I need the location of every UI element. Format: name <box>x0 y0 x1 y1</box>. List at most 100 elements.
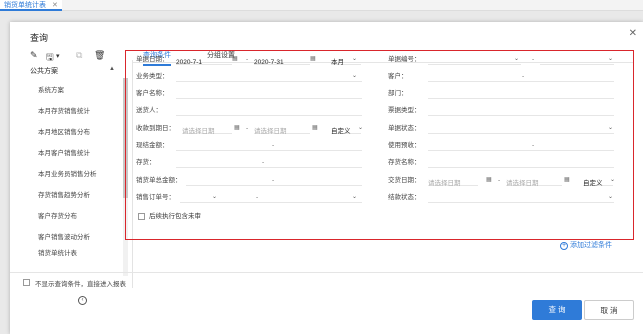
sales-order-label: 销售订单号： <box>136 194 175 201</box>
chevron-down-icon[interactable]: ⌄ <box>610 172 615 189</box>
bill-type-input[interactable] <box>428 105 614 116</box>
department-input[interactable] <box>428 88 614 99</box>
delivery-date-to[interactable]: 请选择日期 <box>506 175 562 187</box>
customer-name-input[interactable] <box>176 88 362 99</box>
doc-number-to[interactable] <box>540 54 614 65</box>
collapse-up-icon[interactable]: ▲ <box>109 66 115 72</box>
sales-total-label: 销货单总金额： <box>136 177 182 184</box>
include-unapproved-checkbox[interactable] <box>138 213 145 220</box>
inventory-label: 存货： <box>136 159 156 166</box>
scheme-item[interactable]: 存货销售趋势分析 <box>22 185 122 206</box>
settlement-status-label: 结款状态： <box>388 194 421 201</box>
payment-due-from[interactable]: 请选择日期 <box>182 123 232 135</box>
inventory-name-label: 存货名称： <box>388 159 421 166</box>
chevron-down-icon[interactable]: ⌄ <box>608 189 613 206</box>
scheme-sidebar: 公共方案 ▲ 系统方案 本月存货销售统计 本月地区销售分布 本月客户销售统计 本… <box>22 66 130 305</box>
range-dash: - <box>498 177 501 184</box>
doc-date-from[interactable]: 2020-7-1 <box>176 54 232 66</box>
cash-amount-label: 现结金额： <box>136 142 169 149</box>
chevron-down-icon[interactable]: ⌄ <box>352 51 357 68</box>
calendar-icon[interactable]: ▦ <box>310 51 316 68</box>
add-filter-label: 添加过滤条件 <box>570 242 612 249</box>
scheme-item[interactable]: 客户销售波动分析 <box>22 227 122 248</box>
close-tab-icon[interactable]: ✕ <box>52 2 58 9</box>
customer-name-label: 客户名称： <box>136 90 169 97</box>
export-icon[interactable]: ⧉ <box>76 50 82 61</box>
scheme-item[interactable]: 本月客户销售统计 <box>22 143 122 164</box>
include-unapproved-label: 后续执行包含未审 <box>149 213 201 220</box>
bill-type-label: 票据类型： <box>388 107 421 114</box>
deliverer-input[interactable] <box>176 105 362 116</box>
calendar-icon[interactable]: ▦ <box>232 51 238 68</box>
delivery-date-mode-select[interactable]: 自定义 <box>583 175 613 187</box>
chevron-down-icon[interactable]: ⌄ <box>358 120 363 137</box>
range-dash: - <box>256 194 259 201</box>
settlement-status-select[interactable] <box>428 192 614 203</box>
scheme-item[interactable]: 本月存货销售统计 <box>22 101 122 122</box>
use-prepayment-input[interactable] <box>428 140 614 151</box>
doc-status-select[interactable] <box>428 123 614 134</box>
query-button[interactable]: 查 询 <box>532 300 582 320</box>
chevron-down-icon[interactable]: ⌄ <box>212 189 217 206</box>
doc-date-label: 单据日期： <box>136 56 169 63</box>
range-dash: - <box>272 177 275 184</box>
range-dash: - <box>272 142 275 149</box>
scheme-item[interactable]: 客户存货分布 <box>22 206 122 227</box>
inventory-input[interactable] <box>176 157 362 168</box>
payment-due-to[interactable]: 请选择日期 <box>254 123 310 135</box>
skip-conditions-checkbox[interactable] <box>23 279 30 286</box>
close-dialog-icon[interactable]: ✕ <box>629 28 637 39</box>
scheme-item[interactable]: 系统方案 <box>22 80 122 101</box>
customer-input[interactable] <box>428 71 614 82</box>
sales-order-input[interactable] <box>180 192 362 203</box>
deliverer-label: 送货人： <box>136 107 162 114</box>
customer-label: 客户： <box>388 73 408 80</box>
doc-number-label: 单据编号： <box>388 56 421 63</box>
business-type-label: 业务类型： <box>136 73 169 80</box>
cash-amount-input[interactable] <box>176 140 362 151</box>
business-type-select[interactable] <box>176 71 362 82</box>
range-dash: - <box>532 56 535 63</box>
calendar-icon[interactable]: ▦ <box>234 120 240 137</box>
delete-icon[interactable]: 🗑 <box>94 50 105 61</box>
range-dash: - <box>262 159 265 166</box>
tab-label: 销货单统计表 <box>4 2 46 9</box>
scheme-item[interactable]: 本月地区销售分布 <box>22 122 122 143</box>
scheme-item[interactable]: 本月业务员销售分析 <box>22 164 122 185</box>
chevron-down-icon[interactable]: ⌄ <box>352 68 357 85</box>
range-dash: - <box>246 125 249 132</box>
public-scheme-header[interactable]: 公共方案 <box>30 66 58 76</box>
range-dash: - <box>522 73 525 80</box>
delivery-date-from[interactable]: 请选择日期 <box>428 175 478 187</box>
inventory-name-input[interactable] <box>428 157 614 168</box>
dialog-title: 查询 <box>30 33 49 43</box>
doc-date-to[interactable]: 2020-7-31 <box>254 54 310 66</box>
cancel-button[interactable]: 取 消 <box>584 300 634 320</box>
chevron-down-icon[interactable]: ⌄ <box>608 120 613 137</box>
tab-sales-stats[interactable]: 销货单统计表 ✕ <box>0 0 62 11</box>
payment-due-label: 收款到期日： <box>136 125 175 132</box>
plus-circle-icon: + <box>560 242 568 250</box>
payment-due-mode-select[interactable]: 自定义 <box>331 123 361 135</box>
delivery-date-label: 交货日期： <box>388 177 421 184</box>
calendar-icon[interactable]: ▦ <box>564 172 570 189</box>
range-dash: - <box>246 56 249 63</box>
calendar-icon[interactable]: ▦ <box>486 172 492 189</box>
scheme-list: 系统方案 本月存货销售统计 本月地区销售分布 本月客户销售统计 本月业务员销售分… <box>22 80 122 258</box>
save-icon[interactable]: 🖫 <box>46 50 54 66</box>
chevron-down-icon[interactable]: ⌄ <box>514 51 519 68</box>
save-dropdown-icon[interactable]: ▾ <box>56 52 60 60</box>
doc-status-label: 单据状态： <box>388 125 421 132</box>
chevron-down-icon[interactable]: ⌄ <box>608 51 613 68</box>
doc-number-from[interactable] <box>428 54 521 65</box>
use-prepayment-label: 使用预收： <box>388 142 421 149</box>
scheme-item[interactable]: 销货单统计表 <box>22 248 122 258</box>
edit-icon[interactable]: ✎ <box>30 50 38 61</box>
range-dash: - <box>532 142 535 149</box>
department-label: 部门： <box>388 90 408 97</box>
chevron-down-icon[interactable]: ⌄ <box>352 189 357 206</box>
add-filter-button[interactable]: + 添加过滤条件 <box>560 240 612 250</box>
calendar-icon[interactable]: ▦ <box>312 120 318 137</box>
skip-conditions-label: 不显示查询条件，直接进入报表 <box>35 281 126 288</box>
document-tab-bar: 销货单统计表 ✕ <box>0 0 643 11</box>
